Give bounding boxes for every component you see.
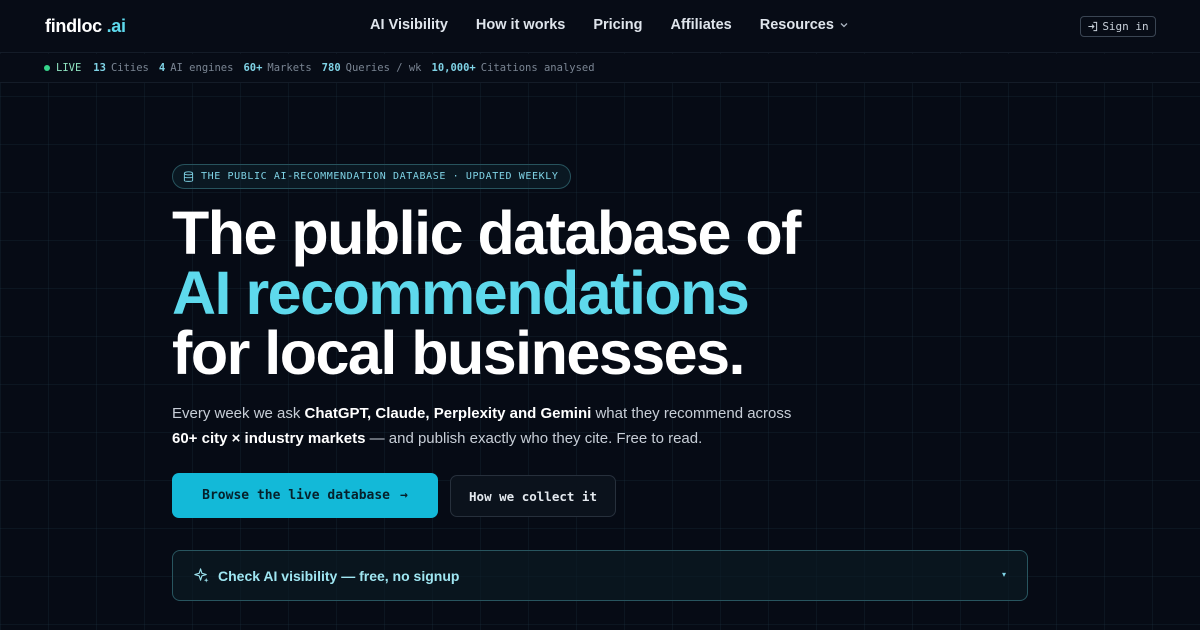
stat-queries: 780 Queries / wk [321, 62, 422, 74]
sub-markets: 60+ city × industry markets [172, 430, 366, 447]
sign-in-icon [1088, 21, 1098, 32]
sparkle-icon [194, 568, 209, 583]
browse-database-label: Browse the live database [202, 488, 390, 503]
headline-line-1: The public database of [172, 199, 801, 267]
nav-how-it-works[interactable]: How it works [476, 17, 565, 33]
caret-down-icon: ▾ [1001, 570, 1006, 579]
badge-text: THE PUBLIC AI-RECOMMENDATION DATABASE · … [201, 171, 559, 182]
live-label: LIVE [56, 62, 82, 74]
sub-engines: ChatGPT, Claude, Perplexity and Gemini [304, 405, 592, 422]
arrow-right-icon: → [400, 488, 408, 503]
how-we-collect-label: How we collect it [469, 488, 597, 504]
check-ai-visibility-label: Check AI visibility — free, no signup [218, 567, 460, 584]
logo[interactable]: findloc .ai [45, 16, 126, 37]
nav-pricing[interactable]: Pricing [593, 17, 642, 33]
nav-resources-label: Resources [759, 17, 834, 33]
stat-engines: 4 AI engines [158, 62, 234, 74]
nav-affiliates[interactable]: Affiliates [671, 17, 732, 33]
hero-subtext: Every week we ask ChatGPT, Claude, Perpl… [172, 401, 812, 451]
how-we-collect-button[interactable]: How we collect it [450, 475, 616, 517]
sign-in-button[interactable]: Sign in [1080, 16, 1156, 37]
sub-text-3: — and publish exactly who they cite. Fre… [365, 430, 703, 447]
sub-text-2: what they recommend across [591, 405, 792, 422]
sign-in-label: Sign in [1102, 20, 1149, 33]
stats-bar: LIVE 13 Cities 4 AI engines 60+ Markets 780… [0, 54, 1200, 83]
hero-headline: The public database of AI recommendation… [172, 199, 801, 387]
live-dot-icon [44, 65, 50, 71]
check-ai-visibility-dropdown[interactable]: Check AI visibility — free, no signup ▾ [172, 550, 1028, 601]
database-icon [183, 170, 194, 182]
nav-resources[interactable]: Resources [760, 17, 849, 33]
logo-accent: .ai [106, 16, 126, 36]
stat-cities: 13 Cities [93, 62, 149, 74]
nav-links: AI Visibility How it works Pricing Affil… [370, 17, 877, 33]
stat-citations: 10,000+ Citations analysed [431, 62, 595, 74]
logo-main: findloc [45, 16, 102, 36]
top-nav: findloc .ai AI Visibility How it works P… [0, 0, 1200, 53]
browse-database-button[interactable]: Browse the live database → [172, 473, 438, 518]
stat-markets: 60+ Markets [243, 62, 312, 74]
headline-line-3: for local businesses. [172, 319, 745, 387]
hero-badge: THE PUBLIC AI-RECOMMENDATION DATABASE · … [172, 164, 571, 189]
nav-ai-visibility[interactable]: AI Visibility [370, 17, 448, 33]
sub-text-1: Every week we ask [172, 405, 305, 422]
headline-line-2: AI recommendations [172, 259, 750, 327]
chevron-down-icon [840, 23, 848, 28]
